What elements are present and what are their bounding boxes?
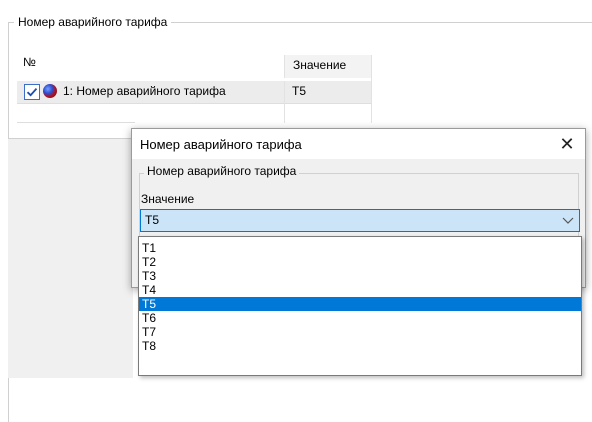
dropdown-option[interactable]: T8 <box>139 339 581 353</box>
combobox-selected-value: T5 <box>145 213 160 227</box>
chevron-down-icon[interactable] <box>559 212 577 228</box>
value-combobox[interactable]: T5 <box>140 209 580 232</box>
dropdown-option[interactable]: T1 <box>139 241 581 255</box>
column-header-number[interactable]: № <box>23 55 36 69</box>
value-field-label: Значение <box>141 192 195 206</box>
close-icon[interactable]: ✕ <box>552 131 582 157</box>
dropdown-option[interactable]: T3 <box>139 269 581 283</box>
dropdown-option[interactable]: T4 <box>139 283 581 297</box>
dialog-group-title: Номер аварийного тарифа <box>144 164 300 178</box>
row-checkbox[interactable] <box>24 84 40 100</box>
dialog-title: Номер аварийного тарифа <box>140 137 302 152</box>
dropdown-option[interactable]: T6 <box>139 311 581 325</box>
column-header-value[interactable]: Значение <box>284 55 371 78</box>
row-divider <box>17 122 135 123</box>
parameter-ball-icon <box>43 84 57 98</box>
row-value: T5 <box>292 84 307 98</box>
group-title: Номер аварийного тарифа <box>14 15 172 29</box>
column-divider <box>284 103 285 123</box>
row-label: 1: Номер аварийного тарифа <box>63 84 226 98</box>
value-dropdown-list[interactable]: T1 T2 T3 T4 T5 T6 T7 T8 <box>138 236 582 376</box>
checkmark-icon <box>26 88 38 97</box>
dropdown-option[interactable]: T2 <box>139 255 581 269</box>
dropdown-option[interactable]: T5 <box>139 297 581 311</box>
empty-panel-area <box>8 138 133 378</box>
dropdown-option[interactable]: T7 <box>139 325 581 339</box>
column-divider <box>371 55 372 123</box>
row-divider <box>17 103 371 104</box>
